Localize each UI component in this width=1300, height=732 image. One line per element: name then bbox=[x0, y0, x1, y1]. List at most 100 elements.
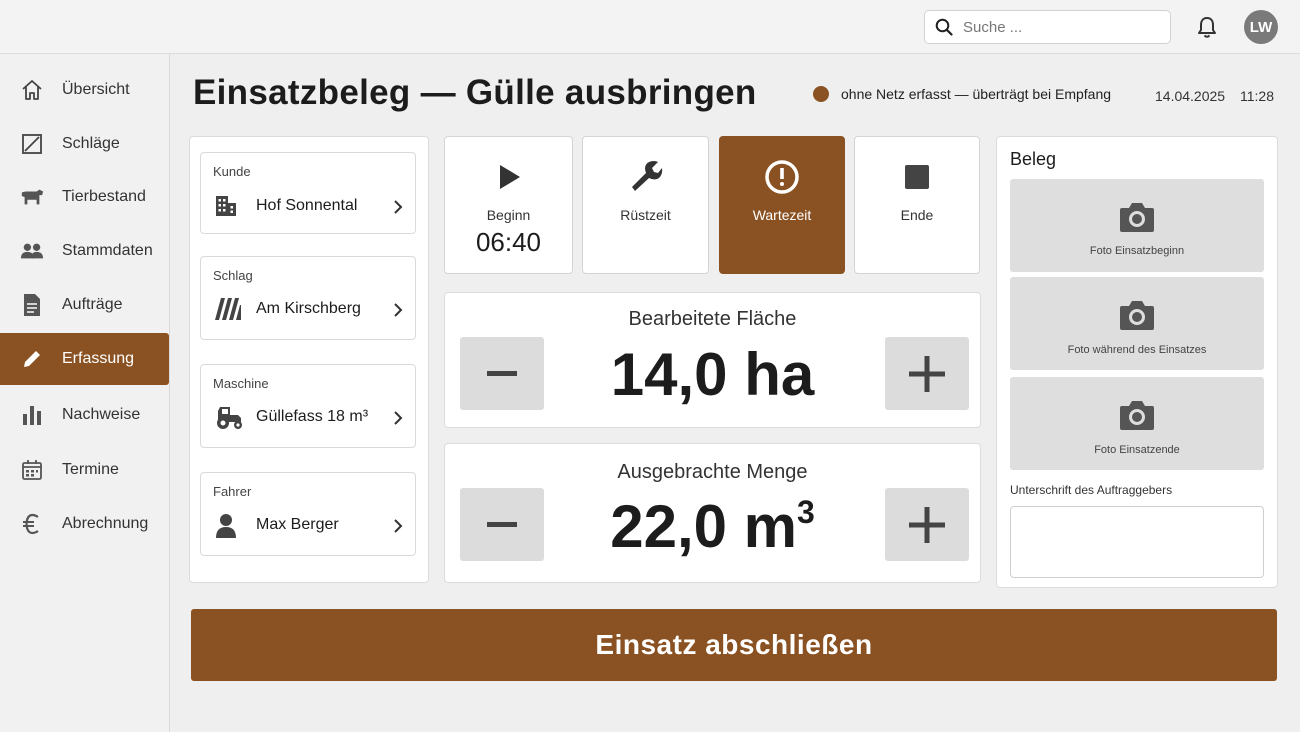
euro-icon bbox=[20, 512, 44, 536]
finish-job-button[interactable]: Einsatz abschließen bbox=[191, 609, 1277, 681]
customer-label: Kunde bbox=[213, 164, 251, 179]
sidebar-item-label: Tierbestand bbox=[62, 188, 146, 205]
search-icon bbox=[935, 18, 953, 36]
sidebar-item-auftraege[interactable]: Aufträge bbox=[0, 279, 169, 331]
chevron-right-icon bbox=[393, 518, 403, 534]
chevron-right-icon bbox=[393, 410, 403, 426]
sidebar-item-label: Schläge bbox=[62, 135, 120, 152]
minus-icon bbox=[487, 370, 517, 377]
customer-select[interactable]: Kunde Hof Sonnental bbox=[200, 152, 416, 234]
photo-during-label: Foto während des Einsatzes bbox=[1067, 344, 1207, 356]
sidebar-item-stammdaten[interactable]: Stammdaten bbox=[0, 225, 169, 277]
sidebar-item-erfassung[interactable]: Erfassung bbox=[0, 333, 169, 385]
home-icon bbox=[20, 78, 44, 102]
driver-select[interactable]: Fahrer Max Berger bbox=[200, 472, 416, 556]
sidebar: Übersicht Schläge Tierbestand Stammdaten… bbox=[0, 54, 170, 732]
area-counter-title: Bearbeitete Fläche bbox=[628, 308, 797, 330]
sidebar-item-tierbestand[interactable]: Tierbestand bbox=[0, 171, 169, 223]
person-icon bbox=[214, 513, 238, 539]
amount-unit-exponent: 3 bbox=[797, 494, 815, 530]
receipt-title: Beleg bbox=[1010, 149, 1057, 169]
current-date: 14.04.2025 bbox=[1155, 88, 1226, 104]
receipt-panel: Beleg Foto Einsatzbeginn Foto während de… bbox=[996, 136, 1278, 588]
chevron-right-icon bbox=[393, 302, 403, 318]
alert-circle-icon bbox=[764, 159, 800, 195]
photo-end-button[interactable]: Foto Einsatzende bbox=[1010, 377, 1264, 470]
field-select[interactable]: Schlag Am Kirschberg bbox=[200, 256, 416, 340]
sidebar-item-label: Erfassung bbox=[62, 350, 135, 367]
machine-label: Maschine bbox=[213, 376, 269, 391]
photo-during-button[interactable]: Foto während des Einsatzes bbox=[1010, 277, 1264, 370]
sidebar-item-termine[interactable]: Termine bbox=[0, 444, 169, 496]
photo-end-label: Foto Einsatzende bbox=[1094, 444, 1180, 456]
start-time-button[interactable]: Beginn 06:40 bbox=[444, 136, 573, 274]
start-time-label: Beginn bbox=[486, 207, 531, 223]
setup-time-label: Rüstzeit bbox=[620, 207, 671, 223]
building-icon bbox=[214, 193, 238, 217]
sidebar-item-nachweise[interactable]: Nachweise bbox=[0, 389, 169, 441]
sync-status-text: ohne Netz erfasst — überträgt bei Empfan… bbox=[841, 86, 1112, 102]
start-time-value: 06:40 bbox=[475, 227, 542, 257]
setup-time-button[interactable]: Rüstzeit bbox=[582, 136, 709, 274]
sidebar-item-label: Übersicht bbox=[62, 81, 130, 98]
area-counter: Bearbeitete Fläche 14,0 ha bbox=[444, 292, 981, 428]
waiting-time-label: Wartezeit bbox=[752, 207, 812, 223]
plus-icon bbox=[909, 506, 945, 543]
field-label: Schlag bbox=[213, 268, 253, 283]
end-time-label: Ende bbox=[900, 207, 934, 223]
field-value: Am Kirschberg bbox=[256, 300, 361, 317]
document-icon bbox=[20, 293, 44, 317]
cow-icon bbox=[20, 185, 44, 209]
sidebar-item-label: Abrechnung bbox=[62, 515, 149, 532]
tractor-icon bbox=[214, 403, 244, 431]
plus-icon bbox=[909, 355, 945, 392]
search-box[interactable] bbox=[924, 10, 1171, 44]
play-icon bbox=[496, 163, 522, 191]
end-time-button[interactable]: Ende bbox=[854, 136, 980, 274]
sidebar-item-label: Termine bbox=[62, 461, 119, 478]
top-bar: LW bbox=[0, 0, 1300, 54]
camera-icon bbox=[1119, 201, 1155, 233]
sync-status: ohne Netz erfasst — überträgt bei Empfan… bbox=[813, 86, 1111, 102]
camera-icon bbox=[1119, 299, 1155, 331]
sidebar-item-uebersicht[interactable]: Übersicht bbox=[0, 64, 169, 116]
machine-select[interactable]: Maschine Güllefass 18 m³ bbox=[200, 364, 416, 448]
sidebar-item-abrechnung[interactable]: Abrechnung bbox=[0, 498, 169, 550]
signature-field[interactable] bbox=[1010, 506, 1264, 578]
page-title: Einsatzbeleg — Gülle ausbringen bbox=[193, 73, 757, 112]
notification-bell-icon[interactable] bbox=[1196, 15, 1218, 39]
amount-counter-number: 22,0 m bbox=[610, 493, 797, 560]
driver-value: Max Berger bbox=[256, 516, 339, 533]
amount-decrement-button[interactable] bbox=[460, 488, 544, 561]
signature-label: Unterschrift des Auftraggebers bbox=[1010, 483, 1173, 497]
field-icon bbox=[20, 132, 44, 156]
offline-status-dot bbox=[813, 86, 829, 102]
machine-value: Güllefass 18 m³ bbox=[256, 408, 369, 425]
sidebar-item-schlaege[interactable]: Schläge bbox=[0, 118, 169, 170]
people-icon bbox=[20, 239, 44, 263]
amount-increment-button[interactable] bbox=[885, 488, 969, 561]
stop-icon bbox=[904, 164, 930, 190]
waiting-time-button[interactable]: Wartezeit bbox=[719, 136, 845, 274]
minus-icon bbox=[487, 521, 517, 528]
current-time: 11:28 bbox=[1240, 88, 1274, 104]
photo-start-label: Foto Einsatzbeginn bbox=[1089, 245, 1185, 257]
calendar-icon bbox=[20, 458, 44, 482]
hatched-field-icon bbox=[214, 297, 242, 321]
wrench-icon bbox=[629, 159, 663, 193]
bar-chart-icon bbox=[20, 403, 44, 427]
search-input[interactable] bbox=[963, 18, 1153, 36]
user-avatar[interactable]: LW bbox=[1244, 10, 1278, 44]
area-decrement-button[interactable] bbox=[460, 337, 544, 410]
sidebar-item-label: Nachweise bbox=[62, 406, 141, 423]
sidebar-item-label: Aufträge bbox=[62, 296, 123, 313]
area-increment-button[interactable] bbox=[885, 337, 969, 410]
customer-value: Hof Sonnental bbox=[256, 197, 358, 214]
amount-counter: Ausgebrachte Menge 22,0 m3 bbox=[444, 443, 981, 583]
sidebar-item-label: Stammdaten bbox=[62, 242, 153, 259]
chevron-right-icon bbox=[393, 199, 403, 215]
photo-start-button[interactable]: Foto Einsatzbeginn bbox=[1010, 179, 1264, 272]
pencil-icon bbox=[20, 347, 44, 371]
amount-counter-title: Ausgebrachte Menge bbox=[617, 461, 808, 483]
driver-label: Fahrer bbox=[213, 484, 252, 499]
